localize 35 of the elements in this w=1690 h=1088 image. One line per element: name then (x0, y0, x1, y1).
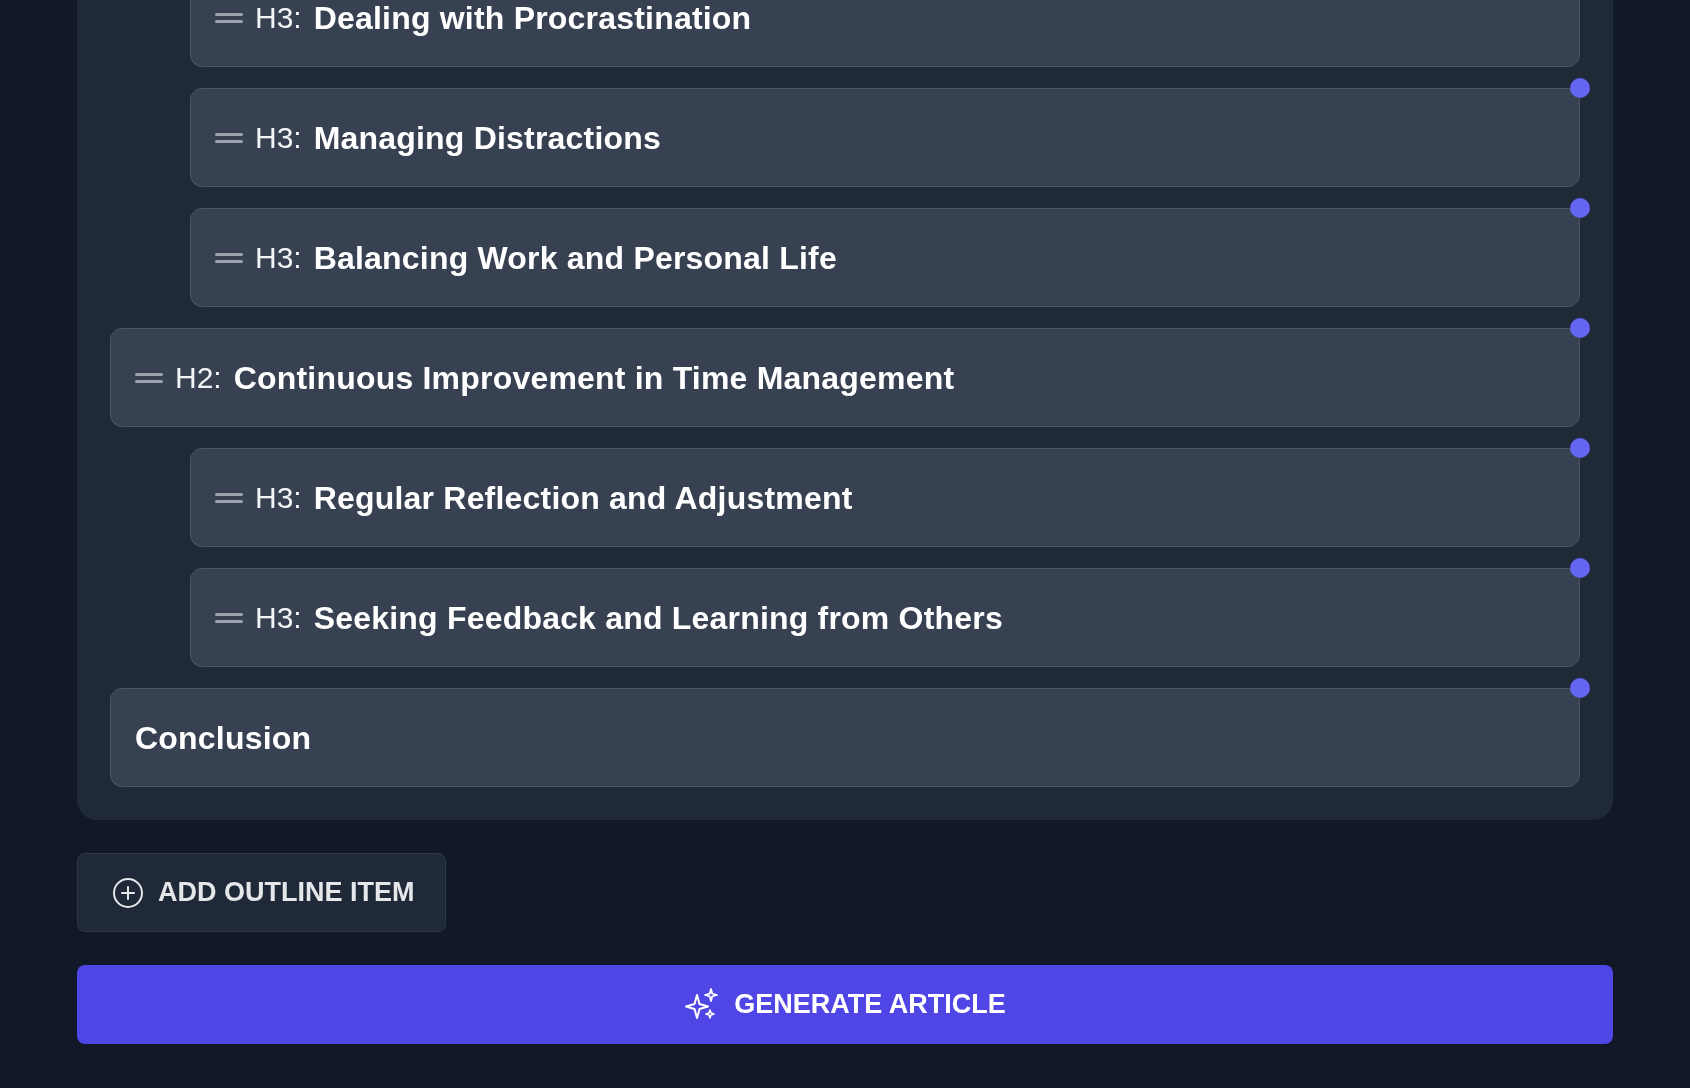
outline-item[interactable]: H3: Managing Distractions (190, 88, 1580, 187)
drag-handle-icon[interactable] (135, 372, 163, 383)
connector-dot[interactable] (1570, 678, 1590, 698)
outline-item-title: Managing Distractions (313, 118, 662, 158)
outline-item[interactable]: H3: Dealing with Procrastination (190, 0, 1580, 67)
outline-item-title: Conclusion (135, 718, 312, 758)
outline-item[interactable]: Conclusion (110, 688, 1580, 787)
generate-article-button[interactable]: GENERATE ARTICLE (77, 965, 1613, 1044)
connector-dot[interactable] (1570, 318, 1590, 338)
outline-item[interactable]: H3: Seeking Feedback and Learning from Others (190, 568, 1580, 667)
outline-item-title: Balancing Work and Personal Life (313, 238, 837, 278)
heading-level-label: H3: (255, 120, 302, 156)
heading-level-label: H3: (255, 240, 302, 276)
drag-handle-icon[interactable] (215, 132, 243, 143)
connector-dot[interactable] (1570, 438, 1590, 458)
heading-level-label: H3: (255, 0, 302, 36)
outline-item-title: Dealing with Procrastination (313, 0, 752, 38)
add-circle-icon (112, 876, 144, 909)
connector-dot[interactable] (1570, 198, 1590, 218)
heading-level-label: H2: (175, 360, 222, 396)
connector-dot[interactable] (1570, 558, 1590, 578)
outline-item-title: Continuous Improvement in Time Management (233, 358, 955, 398)
drag-handle-icon[interactable] (215, 252, 243, 263)
outline-item-title: Regular Reflection and Adjustment (313, 478, 853, 518)
drag-handle-icon[interactable] (215, 12, 243, 23)
drag-handle-icon[interactable] (215, 492, 243, 503)
drag-handle-icon[interactable] (215, 612, 243, 623)
outline-item-title: Seeking Feedback and Learning from Others (313, 598, 1003, 638)
outline-item[interactable]: H3: Balancing Work and Personal Life (190, 208, 1580, 307)
heading-level-label: H3: (255, 480, 302, 516)
outline-item[interactable]: H3: Regular Reflection and Adjustment (190, 448, 1580, 547)
heading-level-label: H3: (255, 600, 302, 636)
add-outline-item-button[interactable]: ADD OUTLINE ITEM (77, 853, 446, 932)
connector-dot[interactable] (1570, 78, 1590, 98)
outline-item[interactable]: H2: Continuous Improvement in Time Management (110, 328, 1580, 427)
